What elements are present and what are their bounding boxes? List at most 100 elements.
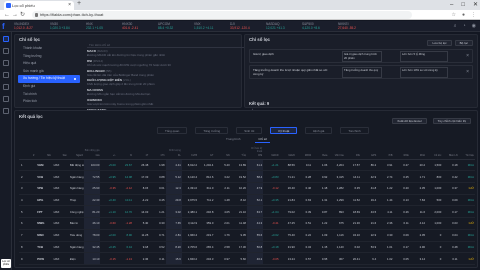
category-item[interactable]: Xu hướng / Tín hiệu kỹ thuật — [18, 75, 80, 83]
url-field[interactable]: https://fialda.com/phan-tich-ky-thuat — [32, 11, 412, 19]
criteria-search-input[interactable]: Tìm kiếm chỉ số ⌕ — [87, 42, 255, 48]
table-cell: 204.3 — [198, 252, 215, 265]
results-subtab[interactable]: Trung bình — [223, 137, 243, 143]
calendar-icon[interactable] — [3, 96, 9, 102]
star-icon[interactable]: ☆ — [451, 11, 455, 19]
table-row[interactable]: 7 MSN HSX Tiêu dùng 78.00 +2.00 8.90 11.25 0.71 2… — [19, 229, 475, 242]
table-cell: 3.14 — [409, 252, 427, 265]
category-item[interactable]: Định giá — [18, 83, 80, 91]
news-icon[interactable] — [3, 60, 9, 66]
remove-criteria-icon[interactable]: × — [466, 53, 469, 59]
load-filter-button[interactable]: Bộ lọc — [454, 40, 473, 46]
logo-icon[interactable]: f — [2, 22, 10, 31]
table-row[interactable]: 4 HPG HSX Thép 22.30 +0.40 10.11 -4.22 0.45 29.8 3… — [19, 194, 475, 207]
table-cell: 1.02 — [377, 252, 394, 265]
report-icon[interactable] — [3, 84, 9, 90]
table-row[interactable]: 2 VCB HSX Ngân hàng 72.55 +0.95 14.08 17.33 0.88… — [19, 170, 475, 183]
forward-icon[interactable]: → — [12, 11, 18, 19]
watchlist-icon[interactable] — [3, 72, 9, 78]
maximize-button[interactable]: □ — [461, 0, 465, 10]
ticker-item[interactable]: VNX 1,510.2 +4.11 — [194, 22, 228, 31]
category-item[interactable]: Thành khoản — [18, 45, 80, 53]
table-cell: 55.6 — [246, 229, 264, 242]
ticker-item[interactable]: DJI 33,912 -120.4 — [230, 22, 264, 31]
criteria-item[interactable]: MACD (MACD) Đường MACD cắt lên đường tín … — [87, 49, 255, 57]
results-subtab[interactable]: Chỉ số — [255, 137, 270, 143]
minimize-button[interactable]: – — [450, 0, 453, 10]
ticker-item[interactable]: HNX30 401.6 -2.41 — [122, 22, 156, 31]
table-cell: 0.11 — [393, 217, 410, 230]
filter-icon[interactable] — [3, 36, 9, 42]
table-row[interactable]: 6 MWG HSX Bán lẻ 46.10 -0.60 -1.28 5.40 0.30 7.65… — [19, 217, 475, 230]
ticker-item[interactable]: HNX 232.1 +1.05 — [86, 22, 120, 31]
selected-criteria-row: Giá trị giao dịch Giá trị giao dịch trung… — [249, 49, 473, 63]
category-item[interactable]: Tài chính — [18, 91, 80, 99]
ticker-item[interactable]: UPCOM 88.4 +0.32 — [158, 22, 192, 31]
table-cell: MWG — [35, 217, 52, 230]
ticker-item[interactable]: VN30 1,020.3 +3.84 — [50, 22, 84, 31]
table-row[interactable]: 5 FPT HSX Công nghệ 81.20 +1.10 12.76 14.03 1.21… — [19, 205, 475, 219]
table-cell: 21.6 — [360, 217, 378, 230]
customize-columns-button[interactable]: Tùy chỉnh cột hiển thị — [432, 118, 471, 124]
table-cell: 0.05 — [393, 252, 410, 265]
table-cell: 0.09 — [393, 229, 410, 242]
ticker-item[interactable]: S&P500 4,120.0 +8.6 — [302, 22, 336, 31]
criteria-item[interactable]: MA CROSS Đường MA ngắn hạn cắt lên đường… — [87, 88, 255, 96]
table-row[interactable]: 9 POW HSX Điện 13.10 -0.15 -1.13 2.36 0.11 15.6 1,… — [19, 252, 475, 265]
chart-icon[interactable] — [3, 48, 9, 54]
table-cell: 0.39 — [295, 205, 313, 219]
results-tab[interactable]: Sinh lời — [236, 127, 263, 134]
bell-icon[interactable]: ◔ — [463, 23, 466, 29]
results-tab[interactable]: Kỹ thuật — [270, 127, 298, 134]
criteria-value-select[interactable]: Lớn hơn 10% so với cùng kỳ — [400, 67, 448, 78]
browser-toolbar-icons: ☆ ● ⋮ — [451, 11, 476, 19]
table-cell: +5.00 — [100, 159, 117, 172]
criteria-value-select[interactable]: Lớn hơn 5 tỷ đồng — [400, 51, 448, 62]
criteria-description: Chỉ số sức mạnh tương đối RSI vượt ngưỡn… — [87, 63, 171, 68]
table-cell: 12.76 — [116, 205, 133, 219]
category-item[interactable]: Sức mạnh giá — [18, 68, 80, 76]
category-item[interactable]: Tăng trưởng — [18, 53, 80, 61]
table-row[interactable]: 1VHMHSXBất động sản103.00+5.0023.6726.48… — [19, 159, 475, 172]
criteria-option-select[interactable]: Giá trị giao dịch trung bình 20 phiên — [342, 51, 382, 62]
ticker-item[interactable]: NIKKEI 27,640 -55.2 — [338, 22, 372, 31]
results-tab[interactable]: Tài chính — [340, 127, 369, 134]
results-tab[interactable]: Tăng trưởng — [195, 127, 229, 134]
category-item[interactable]: Phân tích — [18, 98, 80, 106]
close-window-button[interactable]: ✕ — [473, 0, 478, 10]
back-icon[interactable]: ← — [4, 11, 10, 19]
category-item[interactable]: Hiệu quả — [18, 60, 80, 68]
table-row[interactable]: 8 TCB HSX Ngân hàng 32.45 +0.25 6.44 9.18 0.52 8.… — [19, 241, 475, 254]
remove-criteria-icon[interactable]: × — [466, 69, 469, 75]
table-row[interactable]: 3 VPB HSX Ngân hàng 25.90 -0.35 -2.12 8.15 0.61 1… — [19, 182, 475, 195]
save-filter-button[interactable]: Lưu bộ lọc — [427, 40, 452, 46]
results-tab[interactable]: Tổng quan — [157, 127, 188, 134]
export-excel-button[interactable]: Xuất dữ liệu Excel — [392, 118, 427, 124]
profile-icon[interactable]: ● — [462, 11, 465, 19]
results-tab[interactable]: Định giá — [305, 127, 333, 134]
table-cell: 7.84 — [409, 194, 427, 207]
table-cell: 81.20 — [84, 205, 101, 219]
user-icon[interactable]: ◉ — [472, 23, 476, 29]
ticker-item[interactable]: VN-INDEX 1,012.0 -8.27 — [14, 22, 48, 31]
settings-icon[interactable] — [3, 108, 9, 114]
new-tab-icon[interactable]: + — [77, 0, 81, 7]
panel-title: Chỉ số lọc — [249, 37, 270, 42]
ticker-item[interactable]: NASDAQ 12,021 +41.3 — [266, 22, 300, 31]
table-cell: 47.25 — [279, 217, 296, 230]
results-actions: Xuất dữ liệu Excel Tùy chỉnh cột hiển th… — [392, 118, 471, 124]
menu-kebab-icon[interactable]: ⋮ — [471, 11, 476, 19]
reload-icon[interactable]: ↻ — [20, 11, 25, 19]
criteria-description: Giá cắt lên dải trên của Bollinger Band … — [87, 72, 155, 77]
table-cell: -0.60 — [100, 217, 117, 230]
search-icon[interactable]: ⌕ — [454, 23, 457, 29]
table-cell: 58.4 — [246, 170, 264, 183]
criteria-item[interactable]: ICHIMOKU Giá vượt lên trên mây Kumo tron… — [87, 98, 255, 106]
criteria-item[interactable]: RSI (RSI14) Chỉ số sức mạnh tương đối RSI… — [87, 59, 255, 67]
filter-index-panel: Chỉ số lọc Thành khoản Tăng trưởng Hiệu qu… — [14, 34, 255, 116]
criteria-option-select[interactable]: Tăng trưởng doanh thu quý — [342, 67, 382, 78]
browser-tab[interactable]: Lọc cổ phiếu × — [4, 1, 74, 10]
close-tab-icon[interactable]: × — [68, 1, 71, 10]
criteria-item[interactable]: BOLLINGER (BB) Giá cắt lên dải trên của B… — [87, 69, 255, 77]
criteria-item[interactable]: KHỐI LƯỢNG ĐỘT BIẾN (VOL) Khối lượng giao… — [87, 78, 255, 86]
